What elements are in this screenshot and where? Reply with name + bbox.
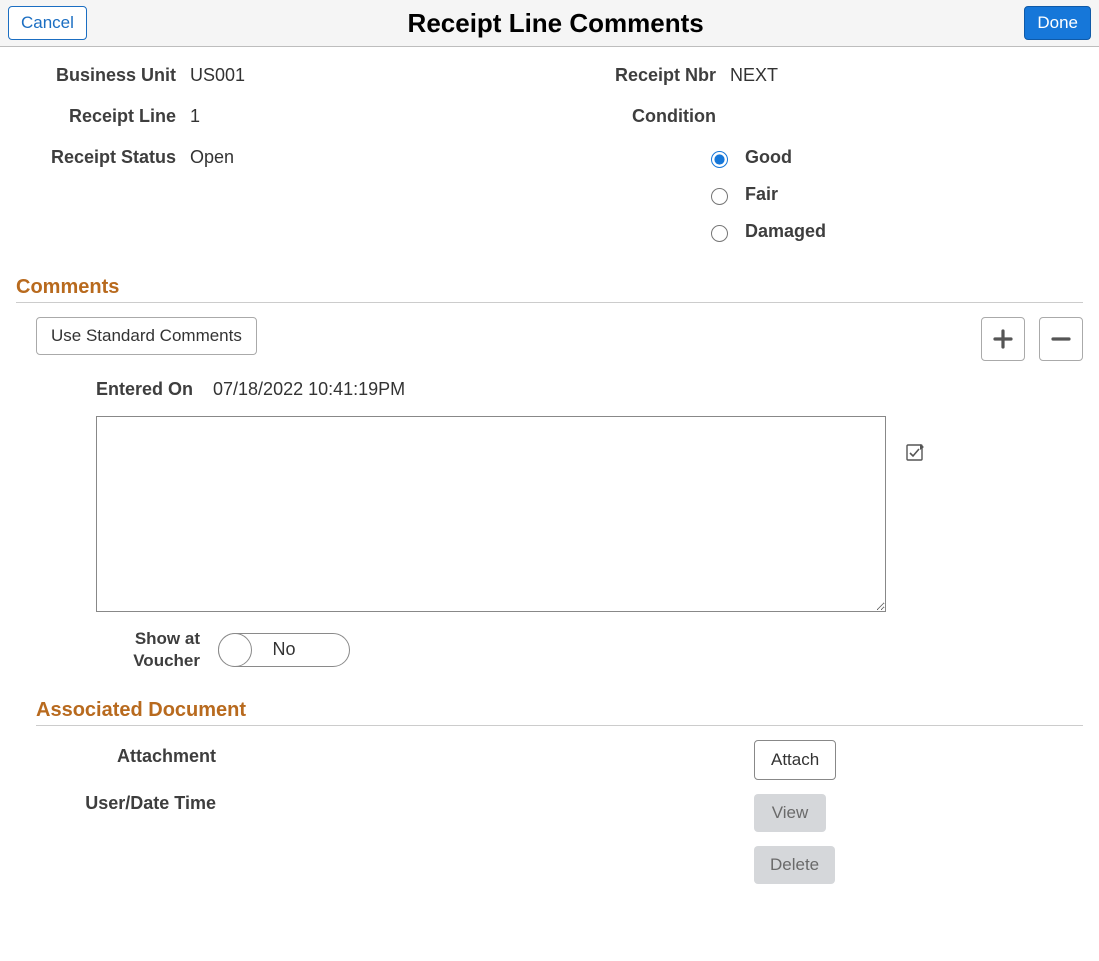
- plus-icon: [992, 328, 1014, 350]
- radio-damaged-label: Damaged: [745, 221, 826, 242]
- comment-textarea[interactable]: [96, 416, 886, 612]
- receipt-nbr-label: Receipt Nbr: [576, 65, 716, 86]
- radio-damaged-input[interactable]: [711, 225, 728, 242]
- field-receipt-status: Receipt Status Open: [16, 147, 536, 168]
- toggle-knob: [218, 633, 252, 667]
- entered-on-value: 07/18/2022 10:41:19PM: [213, 379, 405, 400]
- receipt-line-value: 1: [190, 106, 200, 127]
- show-at-voucher-toggle[interactable]: No: [218, 633, 350, 667]
- field-condition: Condition: [576, 106, 1083, 127]
- field-receipt-nbr: Receipt Nbr NEXT: [576, 65, 1083, 86]
- done-button[interactable]: Done: [1024, 6, 1091, 40]
- attach-button[interactable]: Attach: [754, 740, 836, 780]
- page-title: Receipt Line Comments: [87, 8, 1024, 39]
- condition-radio-good[interactable]: Good: [706, 147, 1083, 168]
- show-at-voucher-label: Show at Voucher: [108, 628, 200, 671]
- condition-radio-fair[interactable]: Fair: [706, 184, 1083, 205]
- business-unit-value: US001: [190, 65, 245, 86]
- field-receipt-line: Receipt Line 1: [16, 106, 536, 127]
- spellcheck-icon: [906, 442, 926, 462]
- condition-radio-damaged[interactable]: Damaged: [706, 221, 1083, 242]
- header-info-grid: Business Unit US001 Receipt Line 1 Recei…: [16, 65, 1083, 242]
- delete-button[interactable]: Delete: [754, 846, 835, 884]
- entered-on-label: Entered On: [96, 379, 193, 400]
- modal-header: Cancel Receipt Line Comments Done: [0, 0, 1099, 47]
- user-date-time-label: User/Date Time: [16, 793, 216, 814]
- minus-icon: [1050, 328, 1072, 350]
- comments-heading: Comments: [16, 276, 1083, 303]
- field-business-unit: Business Unit US001: [16, 65, 536, 86]
- associated-document-heading: Associated Document: [36, 699, 1083, 726]
- condition-label: Condition: [576, 106, 716, 127]
- add-row-button[interactable]: [981, 317, 1025, 361]
- radio-good-label: Good: [745, 147, 792, 168]
- condition-radio-group: Good Fair Damaged: [706, 147, 1083, 242]
- radio-good-input[interactable]: [711, 151, 728, 168]
- business-unit-label: Business Unit: [16, 65, 176, 86]
- receipt-status-value: Open: [190, 147, 234, 168]
- use-standard-comments-button[interactable]: Use Standard Comments: [36, 317, 257, 355]
- receipt-nbr-value: NEXT: [730, 65, 778, 86]
- receipt-line-label: Receipt Line: [16, 106, 176, 127]
- view-button[interactable]: View: [754, 794, 826, 832]
- spellcheck-button[interactable]: [906, 442, 926, 467]
- attachment-label: Attachment: [16, 746, 216, 767]
- delete-row-button[interactable]: [1039, 317, 1083, 361]
- radio-fair-input[interactable]: [711, 188, 728, 205]
- cancel-button[interactable]: Cancel: [8, 6, 87, 40]
- receipt-status-label: Receipt Status: [16, 147, 176, 168]
- entered-on-row: Entered On 07/18/2022 10:41:19PM: [96, 379, 1083, 400]
- radio-fair-label: Fair: [745, 184, 778, 205]
